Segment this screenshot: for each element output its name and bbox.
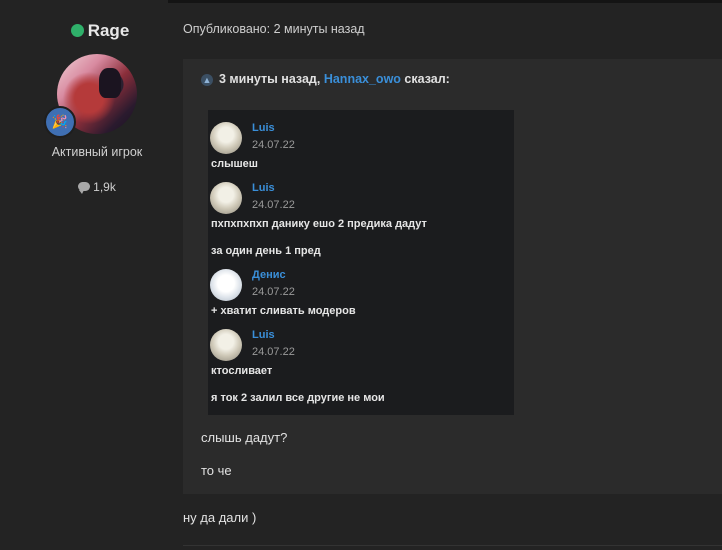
quote-block: ▲ 3 минуты назад, Hannax_owo сказал: Luis… [183, 59, 722, 494]
chat-author: Денис [252, 269, 286, 281]
chat-text: + хватит сливать модеров [211, 305, 356, 317]
chat-author: Luis [252, 329, 275, 341]
quote-jump-icon[interactable]: ▲ [201, 74, 213, 86]
author-panel: Rage 🎉 Активный игрок 1,9k [0, 0, 168, 550]
chat-date: 24.07.22 [252, 346, 295, 358]
quote-line: то че [201, 463, 232, 478]
speech-bubble-icon [78, 182, 91, 194]
chat-text: я ток 2 залил все другие не мои [211, 392, 385, 404]
post-count-value: 1,9k [93, 180, 116, 194]
chat-text: пхпхпхпхп данику ешо 2 предика дадут [211, 218, 427, 230]
online-status-icon [70, 24, 84, 37]
chat-date: 24.07.22 [252, 139, 295, 151]
user-title: Активный игрок [51, 145, 143, 159]
chat-text: за один день 1 пред [211, 245, 321, 257]
chat-author: Luis [252, 122, 275, 134]
chat-date: 24.07.22 [252, 199, 295, 211]
chat-screenshot: Luis 24.07.22 слышеш Luis 24.07.22 пхпхп… [208, 110, 514, 415]
quote-time[interactable]: 3 минуты назад, [219, 72, 320, 86]
post-body-text: ну да дали ) [183, 510, 257, 525]
chat-avatar [210, 329, 242, 361]
party-popper-icon: 🎉 [44, 106, 76, 138]
chat-avatar [210, 269, 242, 301]
quote-line: слышь дадут? [201, 430, 288, 445]
author-name-link[interactable]: Rage [88, 21, 130, 40]
post-published-time[interactable]: Опубликовано: 2 минуты назад [183, 22, 365, 36]
chat-avatar [210, 122, 242, 154]
chat-text: слышеш [211, 158, 258, 170]
chat-author: Luis [252, 182, 275, 194]
post-count: 1,9k [0, 180, 194, 194]
post-footer-divider [183, 545, 722, 546]
quote-header: ▲ 3 минуты назад, Hannax_owo сказал: [201, 72, 450, 86]
quote-said: сказал: [404, 72, 450, 86]
quote-user-link[interactable]: Hannax_owo [324, 72, 401, 86]
chat-avatar [210, 182, 242, 214]
chat-text: ктосливает [211, 365, 273, 377]
chat-date: 24.07.22 [252, 286, 295, 298]
forum-post: Rage 🎉 Активный игрок 1,9k Опубликовано:… [0, 0, 722, 550]
author-name[interactable]: Rage [0, 21, 200, 41]
